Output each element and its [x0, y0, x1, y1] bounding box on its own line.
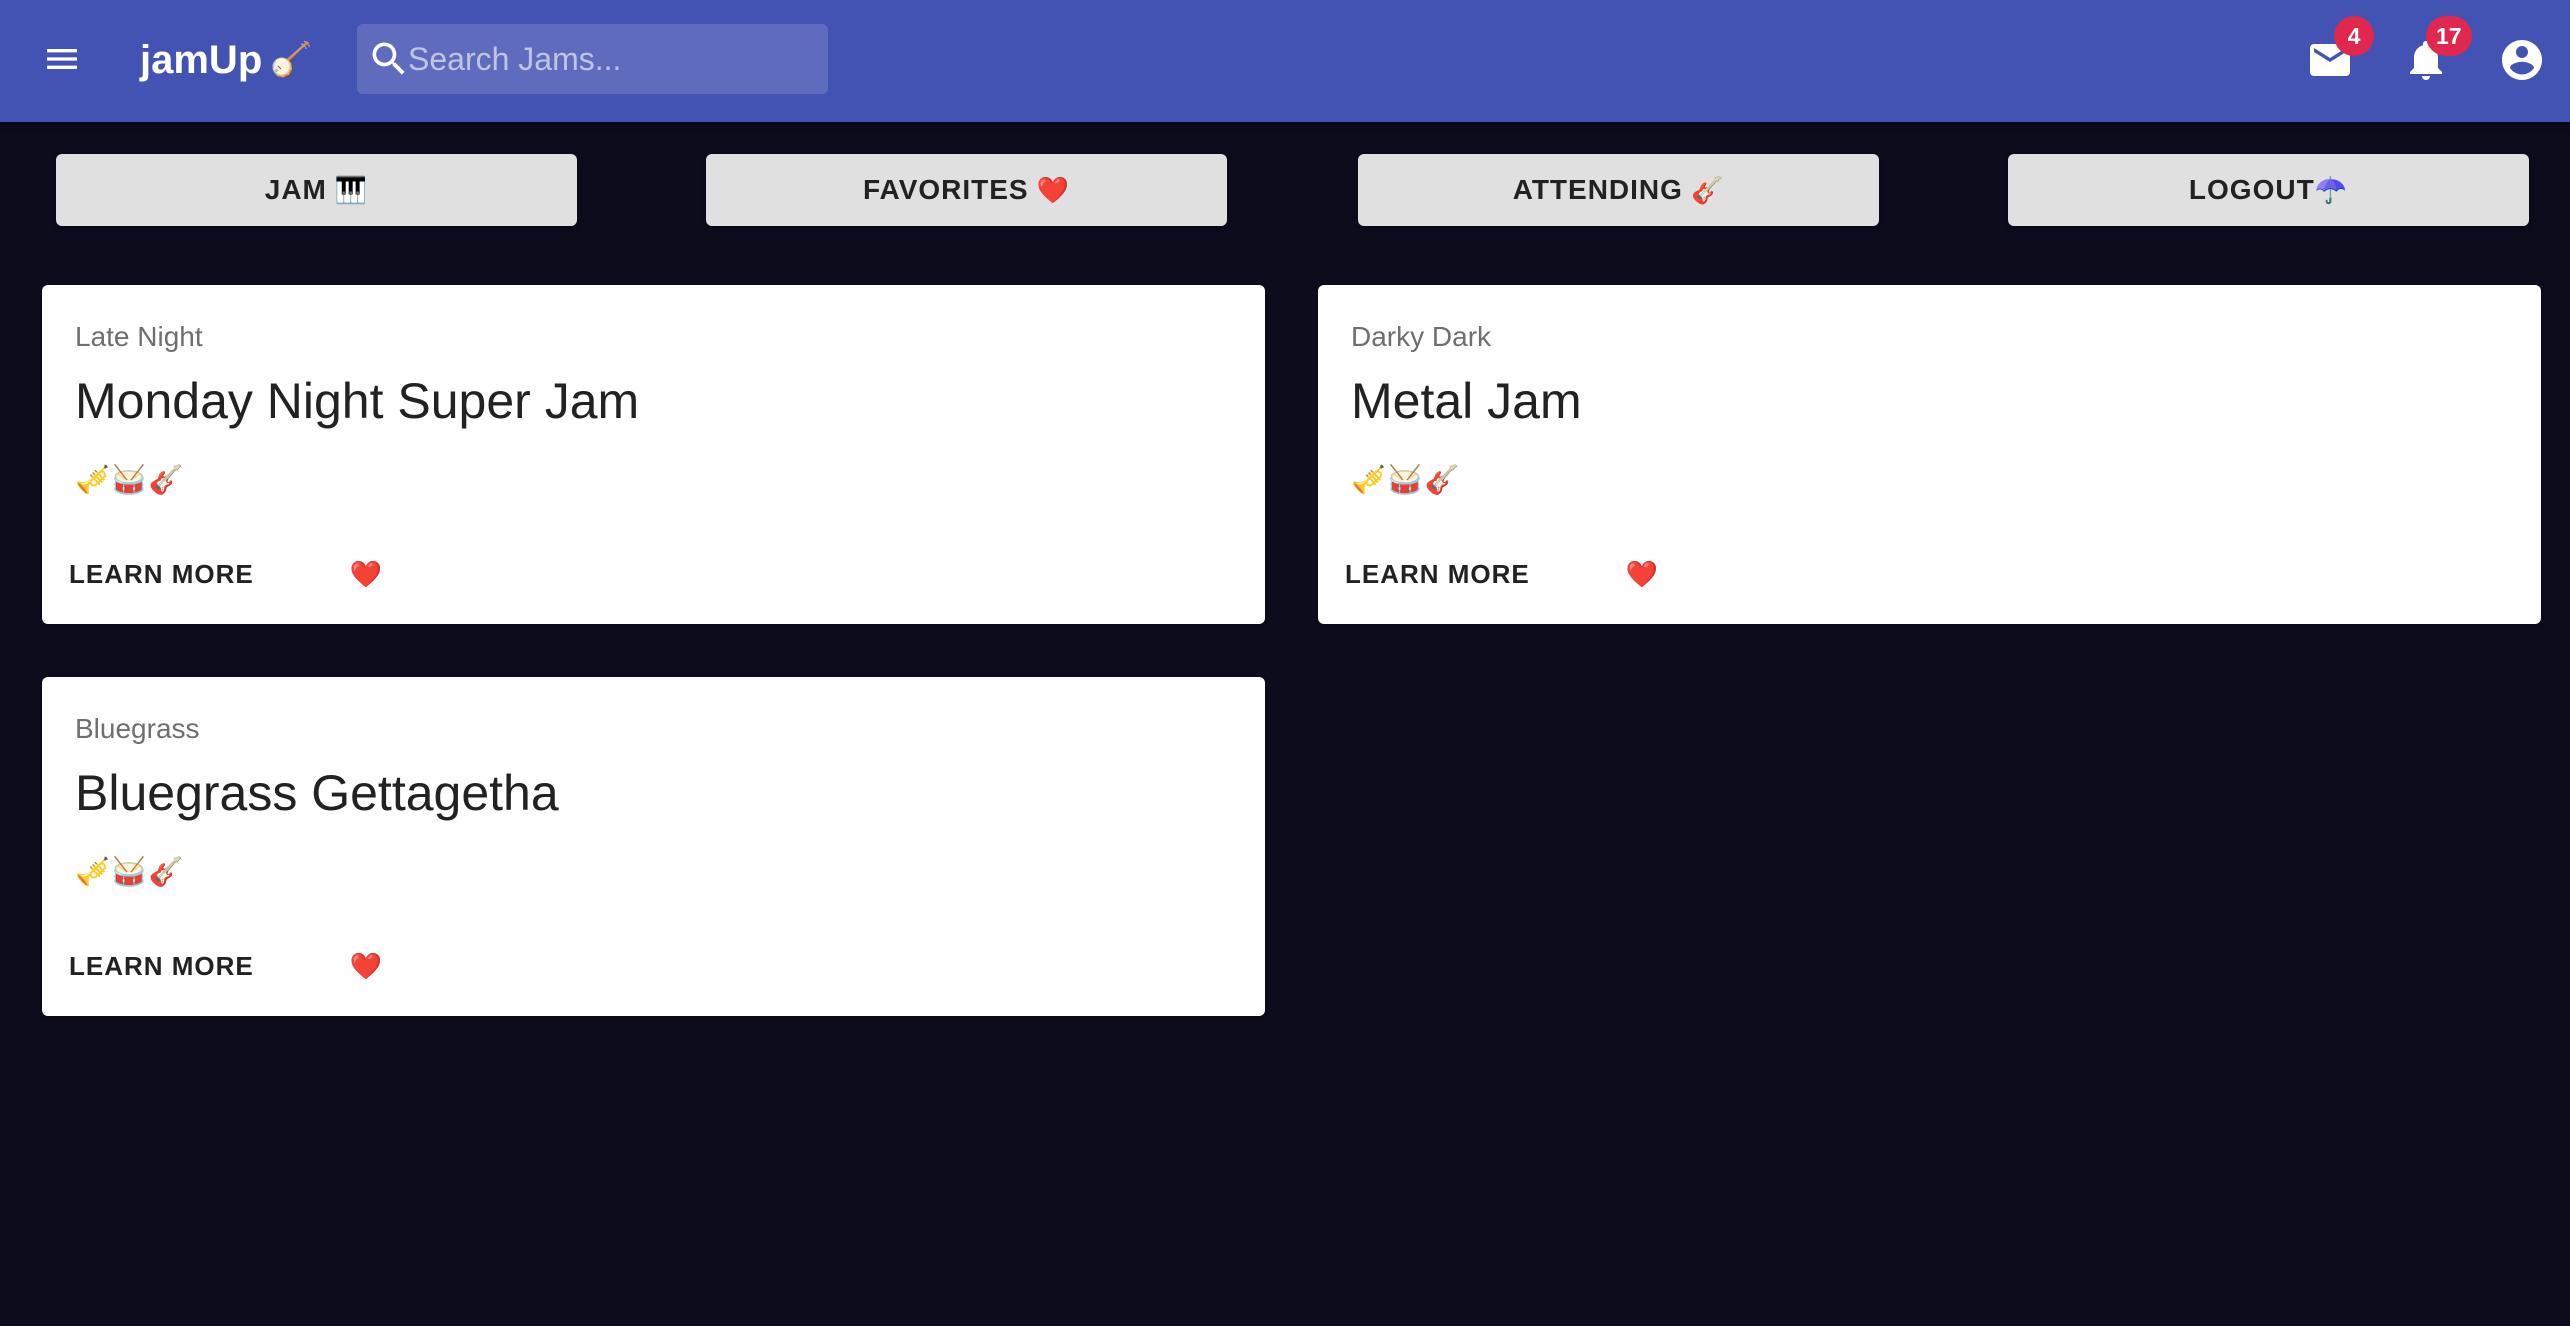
logout-button[interactable]: LOGOUT ☂️	[2008, 154, 2529, 226]
jam-button-label: JAM	[264, 174, 327, 205]
jam-title: Metal Jam	[1351, 373, 1582, 429]
mail-button[interactable]: 4	[2294, 16, 2374, 96]
attending-button[interactable]: ATTENDING 🎸	[1358, 154, 1879, 226]
menu-icon	[47, 49, 77, 69]
jam-genre: Late Night	[75, 321, 203, 352]
instrument-icons: 🎺🥁🎸	[1351, 464, 1462, 495]
jam-title: Bluegrass Gettagetha	[75, 765, 559, 821]
favorite-heart-icon[interactable]: ❤️	[342, 942, 390, 990]
instrument-icons: 🎺🥁🎸	[75, 464, 186, 495]
guitar-icon: 🎸	[1690, 174, 1725, 205]
piano-icon: 🎹	[334, 174, 369, 205]
attending-button-label: ATTENDING	[1512, 174, 1683, 205]
logout-button-label: LOGOUT	[2188, 174, 2315, 205]
umbrella-icon: ☂️	[2314, 174, 2349, 205]
instrument-icons: 🎺🥁🎸	[75, 856, 186, 887]
notification-count-badge: 17	[2426, 16, 2472, 56]
account-button[interactable]	[2486, 24, 2558, 96]
jam-title: Monday Night Super Jam	[75, 373, 640, 429]
jam-genre: Bluegrass	[75, 713, 200, 744]
account-circle-icon	[2502, 40, 2542, 80]
jam-card: Bluegrass Bluegrass Gettagetha 🎺🥁🎸 LEARN…	[42, 677, 1265, 1016]
heart-icon: ❤️	[1036, 174, 1070, 205]
jam-card: Late Night Monday Night Super Jam 🎺🥁🎸 LE…	[42, 285, 1265, 624]
learn-more-button[interactable]: LEARN MORE	[62, 942, 261, 990]
favorite-heart-icon[interactable]: ❤️	[1618, 550, 1666, 598]
learn-more-button[interactable]: LEARN MORE	[1338, 550, 1537, 598]
notifications-button[interactable]: 17	[2390, 16, 2472, 96]
brand-logo[interactable]: jamUp 🪕	[140, 32, 313, 88]
learn-more-button[interactable]: LEARN MORE	[62, 550, 261, 598]
banjo-icon: 🪕	[270, 41, 313, 79]
jam-genre: Darky Dark	[1351, 321, 1492, 352]
brand-name: jamUp	[140, 37, 263, 82]
favorite-heart-icon[interactable]: ❤️	[342, 550, 390, 598]
jam-button[interactable]: JAM 🎹	[56, 154, 577, 226]
favorites-button[interactable]: FAVORITES ❤️	[706, 154, 1227, 226]
favorites-button-label: FAVORITES	[863, 174, 1029, 205]
menu-button[interactable]	[34, 31, 90, 87]
search-input[interactable]	[408, 29, 828, 89]
jam-card: Darky Dark Metal Jam 🎺🥁🎸 LEARN MORE ❤️	[1318, 285, 2541, 624]
search-bar	[357, 24, 828, 94]
app-bar: jamUp 🪕 4 17	[0, 0, 2570, 122]
mail-count-badge: 4	[2334, 16, 2374, 56]
